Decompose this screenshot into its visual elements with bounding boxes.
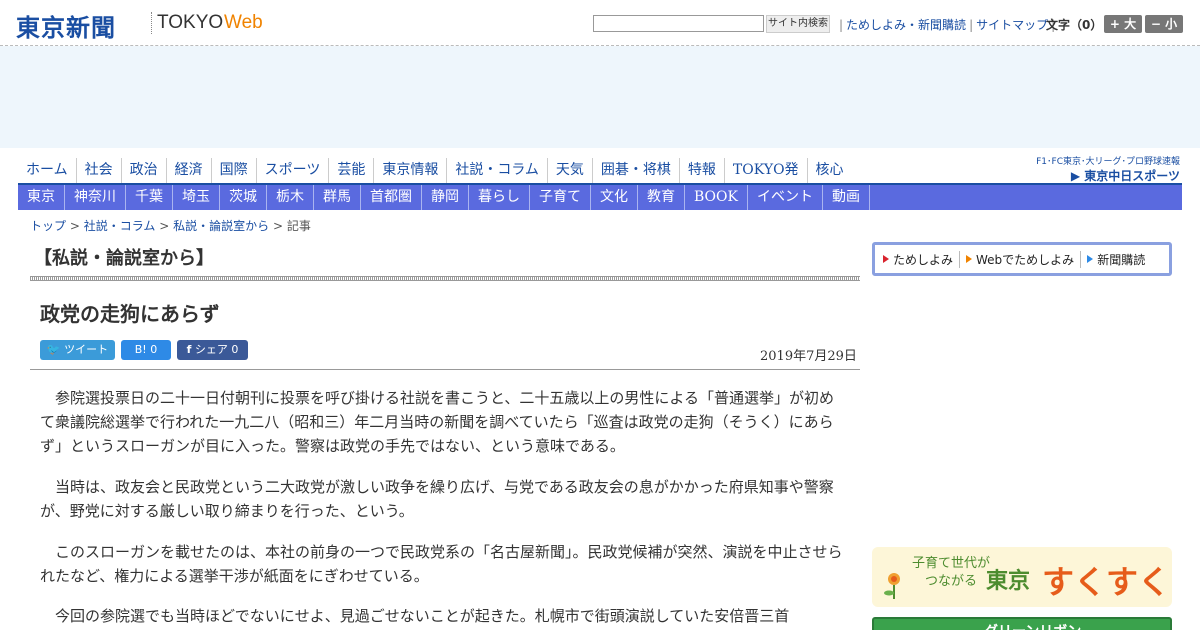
- sukusuku-tagline-line2: つながる: [925, 574, 978, 589]
- web-trial-reading-link[interactable]: Webでためしよみ: [959, 250, 1080, 268]
- sukusuku-tagline: 子育て世代が つながる: [912, 555, 990, 591]
- nav2-item-tokyo[interactable]: 東京: [18, 185, 65, 210]
- nav2-item-education[interactable]: 教育: [638, 185, 685, 210]
- nav-item-special-report[interactable]: 特報: [678, 158, 724, 183]
- primary-nav: ホーム 社会 政治 経済 国際 スポーツ 芸能 東京情報 社説・コラム 天気 囲…: [18, 158, 852, 183]
- nav-item-kakushin[interactable]: 核心: [806, 158, 852, 183]
- sukusuku-logo-text: すくすく: [1042, 563, 1171, 601]
- nav2-item-lifestyle[interactable]: 暮らし: [469, 185, 530, 210]
- facebook-icon: f: [186, 343, 192, 356]
- link-separator: |: [839, 18, 844, 32]
- nav-item-tokyo-info[interactable]: 東京情報: [373, 158, 446, 183]
- green-ribbon-text: グリーンリボン: [984, 621, 1081, 630]
- nav2-item-gunma[interactable]: 群馬: [314, 185, 361, 210]
- newspaper-subscription-label: 新聞購読: [1097, 252, 1146, 267]
- nav-item-tokyo-hatsu[interactable]: TOKYO発: [723, 158, 807, 183]
- nav2-item-chiba[interactable]: 千葉: [126, 185, 173, 210]
- web-trial-reading-label: Webでためしよみ: [976, 252, 1075, 267]
- green-ribbon-banner[interactable]: グリーンリボン: [872, 617, 1172, 630]
- breadcrumb: トップ > 社説・コラム > 私説・論説室から > 記事: [30, 217, 311, 234]
- nav-item-economy[interactable]: 経済: [165, 158, 211, 183]
- nav2-item-shizuoka[interactable]: 静岡: [422, 185, 469, 210]
- nav2-item-saitama[interactable]: 埼玉: [173, 185, 220, 210]
- logo-web-text[interactable]: Web: [224, 12, 263, 34]
- secondary-nav: 東京 神奈川 千葉 埼玉 茨城 栃木 群馬 首都圏 静岡 暮らし 子育て 文化 …: [18, 185, 1182, 210]
- breadcrumb-separator: >: [69, 219, 80, 233]
- triangle-arrow-icon: [966, 255, 973, 263]
- article-title: 政党の走狗にあらず: [40, 302, 220, 326]
- subscription-options-box: ためしよみ Webでためしよみ 新聞購読: [872, 242, 1172, 276]
- section-title: 【私説・論説室から】: [34, 248, 214, 269]
- section-rule: [30, 276, 860, 281]
- nav2-item-video[interactable]: 動画: [823, 185, 870, 210]
- logo-tokyo-text[interactable]: TOKYO: [157, 12, 223, 34]
- nav-item-go-shogi[interactable]: 囲碁・将棋: [591, 158, 679, 183]
- article-paragraph: 参院選投票日の二十一日付朝刊に投票を呼び掛ける社説を書こうと、二十五歳以上の男性…: [40, 389, 834, 455]
- trial-reading-link[interactable]: ためしよみ: [883, 251, 959, 268]
- nav-item-sports[interactable]: スポーツ: [255, 158, 329, 183]
- site-logo[interactable]: 東京新聞: [16, 8, 116, 43]
- article-rule: [30, 369, 860, 370]
- nav2-item-culture[interactable]: 文化: [591, 185, 638, 210]
- facebook-share-label: シェア 0: [194, 343, 239, 356]
- facebook-share-button[interactable]: f シェア 0: [177, 340, 248, 360]
- breadcrumb-top[interactable]: トップ: [30, 219, 66, 233]
- breadcrumb-separator: >: [272, 219, 283, 233]
- logo-divider: [151, 12, 152, 34]
- triangle-arrow-icon: [1087, 255, 1094, 263]
- nav-item-politics[interactable]: 政治: [120, 158, 166, 183]
- tweet-button[interactable]: 🐦 ツイート: [40, 340, 115, 360]
- nav2-item-shutoken[interactable]: 首都圏: [361, 185, 422, 210]
- hatena-bookmark-button[interactable]: B! 0: [121, 340, 171, 360]
- font-size-decrease-button[interactable]: − 小: [1145, 15, 1183, 33]
- nav-item-society[interactable]: 社会: [75, 158, 121, 183]
- site-header: 東京新聞 TOKYO Web サイト内検索 | ためしよみ・新聞購読 | サイトマップ…: [0, 0, 1200, 46]
- article-paragraph: このスローガンを載せたのは、本社の前身の一つで民政党系の「名古屋新聞」。民政党候…: [40, 543, 843, 585]
- site-search-button[interactable]: サイト内検索: [766, 15, 830, 33]
- ad-banner-area: [0, 46, 1200, 148]
- nav2-item-ibaraki[interactable]: 茨城: [220, 185, 267, 210]
- article-paragraph: 当時は、政友会と民政党という二大政党が激しい政争を繰り広げ、与党である政友会の息…: [40, 478, 834, 520]
- article-date: 2019年7月29日: [760, 349, 857, 364]
- breadcrumb-ronsetsu[interactable]: 私説・論説室から: [173, 219, 269, 233]
- tokyo-sukusuku-banner[interactable]: 子育て世代が つながる 東京 すくすく: [872, 547, 1172, 607]
- article-paragraph: 今回の参院選でも当時ほどでないにせよ、見過ごせないことが起きた。札幌市で街頭演説…: [40, 607, 790, 625]
- nav-item-home[interactable]: ホーム: [18, 158, 76, 183]
- twitter-icon: 🐦: [46, 343, 61, 356]
- font-size-increase-button[interactable]: + 大: [1104, 15, 1142, 33]
- nav2-item-tochigi[interactable]: 栃木: [267, 185, 314, 210]
- tweet-label: ツイート: [64, 343, 109, 356]
- triangle-arrow-icon: [883, 255, 889, 263]
- header-links: | ためしよみ・新聞購読 | サイトマップ |: [836, 16, 1058, 33]
- chunichi-sports-banner[interactable]: F1･FC東京･大リーグ･プロ野球速報 ▶ 東京中日スポーツ: [1026, 154, 1180, 184]
- flower-icon: [884, 573, 900, 599]
- trial-reading-label: ためしよみ: [893, 252, 954, 267]
- nav2-item-book[interactable]: BOOK: [685, 185, 748, 210]
- chunichi-banner-tagline: F1･FC東京･大リーグ･プロ野球速報: [1036, 157, 1180, 167]
- sukusuku-tagline-line1: 子育て世代が: [912, 556, 991, 571]
- sitemap-link[interactable]: サイトマップ: [976, 18, 1048, 32]
- nav2-item-parenting[interactable]: 子育て: [530, 185, 591, 210]
- subscribe-link[interactable]: ためしよみ・新聞購読: [846, 18, 966, 32]
- nav-item-entertainment[interactable]: 芸能: [328, 158, 373, 183]
- nav-item-editorial-column[interactable]: 社説・コラム: [446, 158, 547, 183]
- site-search-input[interactable]: [593, 15, 764, 32]
- newspaper-subscription-link[interactable]: 新聞購読: [1080, 250, 1151, 268]
- nav2-item-event[interactable]: イベント: [748, 185, 823, 210]
- font-size-label: 文字（0）: [1046, 18, 1103, 32]
- breadcrumb-current: 記事: [286, 219, 311, 233]
- sukusuku-tokyo-text: 東京: [986, 568, 1031, 594]
- nav-item-weather[interactable]: 天気: [546, 158, 592, 183]
- link-separator: |: [969, 18, 974, 32]
- chunichi-banner-logo: ▶ 東京中日スポーツ: [1070, 169, 1180, 183]
- breadcrumb-editorial-column[interactable]: 社説・コラム: [84, 219, 156, 233]
- nav-item-international[interactable]: 国際: [210, 158, 256, 183]
- breadcrumb-separator: >: [159, 219, 170, 233]
- nav2-item-kanagawa[interactable]: 神奈川: [65, 185, 126, 210]
